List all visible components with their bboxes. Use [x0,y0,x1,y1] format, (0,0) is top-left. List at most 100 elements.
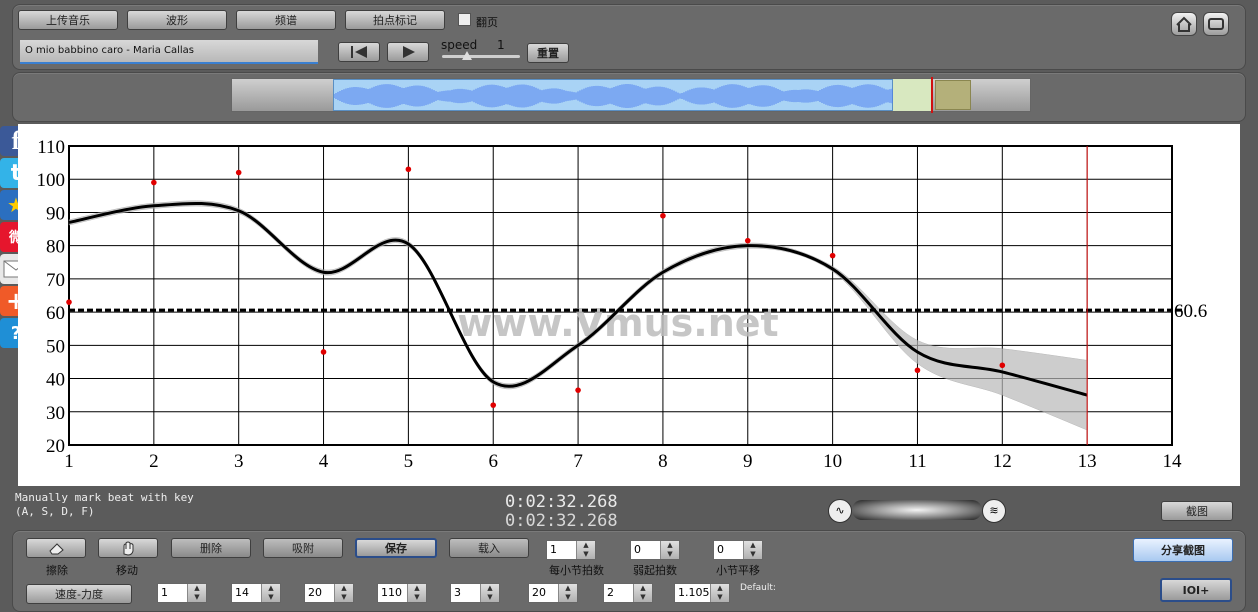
speed-value: 1 [497,38,505,52]
reset-speed-button[interactable]: 重置 [527,43,569,63]
zoom-track[interactable] [852,500,982,520]
zoom-out-wave-icon[interactable]: ∿ [828,499,852,523]
overview-track[interactable] [231,77,1031,113]
y-tick-label: 100 [37,170,66,191]
waveform-path [333,84,893,108]
param-input-6[interactable]: 20 ▲ ▼ [528,583,578,603]
param-value-7: 2 [607,586,614,599]
visible-region[interactable] [333,79,893,111]
param-stepper-6[interactable]: ▲ ▼ [558,584,577,602]
watermark: www.Vmus.net [457,301,778,345]
x-tick-label: 2 [149,451,159,472]
rewind-button[interactable] [338,42,380,62]
page-flip-checkbox[interactable] [458,13,471,26]
x-tick-label: 11 [908,451,926,472]
spectrum-button[interactable]: 频谱 [236,10,336,30]
x-tick-label: 10 [823,451,842,472]
bar-shift-stepper[interactable]: ▲ ▼ [743,541,762,559]
screenshot-button[interactable]: 截图 [1161,501,1233,521]
track-title: O mio babbino caro - Maria Callas [25,45,195,56]
tempo-chart[interactable]: 20304050607080901001101 2 3 4 5 6 7 8 9 10 11 12 13 1… [18,124,1240,486]
param-stepper-1[interactable]: ▲ ▼ [187,584,206,602]
param-stepper-2[interactable]: ▲ ▼ [261,584,280,602]
param-value-4: 110 [381,586,402,599]
beat-point [575,387,581,393]
param-stepper-7[interactable]: ▲ ▼ [633,584,652,602]
snap-button[interactable]: 吸附 [263,538,343,558]
speed-force-button[interactable]: 速度-力度 [26,584,132,604]
beat-point [320,349,327,355]
fullscreen-icon[interactable] [1203,12,1229,36]
beats-per-bar-label: 每小节拍数 [549,564,604,577]
beat-point [660,212,666,219]
y-tick-label: 70 [46,270,65,291]
x-tick-label: 3 [234,451,244,472]
save-button[interactable]: 保存 [355,538,437,558]
default-label: Default: [740,583,776,593]
time-display-2: 0:02:32.268 [505,511,618,531]
speed-slider[interactable] [442,51,520,60]
hand-icon [123,541,134,556]
home-icon[interactable] [1171,12,1197,36]
param-input-8[interactable]: 1.105 ▲ ▼ [674,583,730,603]
param-input-5[interactable]: 3 ▲ ▼ [450,583,500,603]
beat-point [490,402,497,408]
play-button[interactable] [387,42,429,62]
plot-frame [68,145,1173,446]
loop-region[interactable] [893,79,931,111]
beats-per-bar-stepper[interactable]: ▲ ▼ [576,541,595,559]
param-stepper-5[interactable]: ▲ ▼ [480,584,499,602]
param-stepper-3[interactable]: ▲ ▼ [334,584,353,602]
track-title-field[interactable]: O mio babbino caro - Maria Callas [20,40,318,64]
upload-music-button[interactable]: 上传音乐 [18,10,118,30]
param-input-4[interactable]: 110 ▲ ▼ [377,583,427,603]
weak-beat-input[interactable]: 0 ▲ ▼ [630,540,680,560]
param-value-3: 20 [308,586,322,599]
beat-mark-button[interactable]: 拍点标记 [345,10,445,30]
x-tick-label: 9 [743,451,753,472]
weak-beat-value: 0 [634,543,641,556]
x-tick-label: 8 [658,451,668,472]
param-value-5: 3 [454,586,461,599]
speed-slider-thumb[interactable] [462,51,472,60]
zoom-in-wave-icon[interactable]: ≋ [982,499,1006,523]
y-tick-label: 80 [46,237,65,258]
load-button[interactable]: 载入 [449,538,529,558]
skip-back-icon [351,46,367,58]
bar-shift-label: 小节平移 [716,564,760,577]
weak-beat-stepper[interactable]: ▲ ▼ [660,541,679,559]
y-tick-label: 20 [46,436,65,457]
y-tick-label: 50 [46,336,65,357]
move-button[interactable] [98,538,158,558]
bar-shift-input[interactable]: 0 ▲ ▼ [713,540,763,560]
x-tick-label: 4 [319,451,329,472]
ioi-plus-button[interactable]: IOI+ [1160,578,1232,602]
time-display-1: 0:02:32.268 [505,492,618,512]
playhead[interactable] [931,77,933,113]
beat-point [744,237,751,244]
play-icon [403,46,415,58]
x-tick-label: 1 [64,451,74,472]
param-value-1: 1 [161,586,168,599]
share-screenshot-button[interactable]: 分享截图 [1133,538,1233,562]
param-input-2[interactable]: 14 ▲ ▼ [231,583,281,603]
delete-button[interactable]: 删除 [171,538,251,558]
chart-panel: 20 30 40 50 60 70 80 90 100 110 1 2 3 4 5 6 7 8 9 10 11 12 13 1… [18,124,1240,486]
param-value-6: 20 [532,586,546,599]
beats-per-bar-input[interactable]: 1 ▲ ▼ [546,540,596,560]
param-input-3[interactable]: 20 ▲ ▼ [304,583,354,603]
y-tick-label: 60 [46,303,65,324]
param-stepper-4[interactable]: ▲ ▼ [407,584,426,602]
bar-shift-value: 0 [717,543,724,556]
param-input-7[interactable]: 2 ▲ ▼ [603,583,653,603]
zoom-slider[interactable]: ∿ ≋ [828,499,1006,523]
selection-marker[interactable] [935,80,971,110]
mean-label: 60.6 [1174,301,1207,322]
y-tick-label: 90 [46,203,65,224]
erase-button[interactable] [26,538,86,558]
x-tick-label: 6 [488,451,498,472]
status-hint: Manually mark beat with key (A, S, D, F) [15,491,194,519]
param-input-1[interactable]: 1 ▲ ▼ [157,583,207,603]
param-stepper-8[interactable]: ▲ ▼ [710,584,729,602]
waveform-button[interactable]: 波形 [127,10,227,30]
